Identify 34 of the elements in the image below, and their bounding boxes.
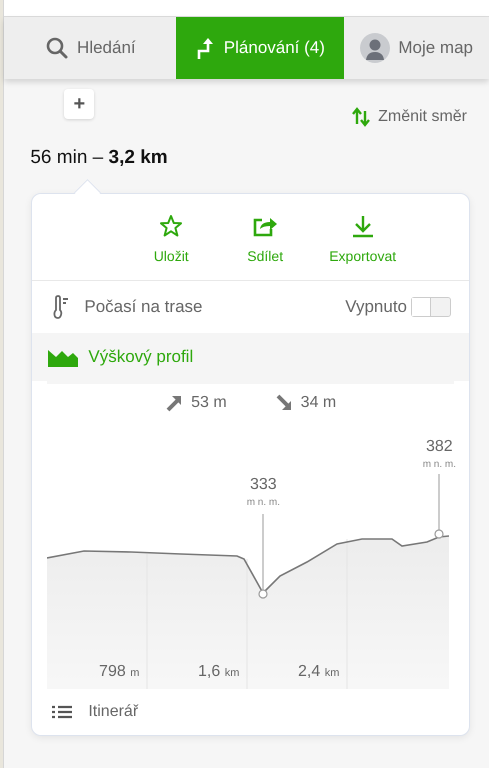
descent-value: 34 m	[300, 394, 336, 412]
ascent-arrow-icon	[165, 394, 184, 412]
download-icon	[350, 214, 375, 238]
star-icon	[159, 214, 184, 238]
elevation-value: 333	[250, 476, 277, 494]
itinerary-row[interactable]: Itinerář	[32, 689, 469, 735]
elevation-unit: m n. m.	[246, 497, 280, 508]
mountains-icon	[48, 347, 78, 367]
distance-label: 1,6 km	[197, 663, 240, 681]
list-icon	[52, 705, 72, 719]
weather-label: Počasí na trase	[84, 297, 204, 317]
action-button[interactable]: Sdílet	[235, 214, 296, 264]
add-button[interactable]: +	[64, 89, 94, 119]
action-button[interactable]: Exportovat	[329, 214, 396, 264]
thermometer-icon	[52, 295, 70, 319]
reverse-direction-link[interactable]: Změnit směr	[352, 107, 467, 127]
weather-toggle[interactable]	[411, 297, 451, 317]
tab[interactable]: Plánování (4)	[176, 17, 344, 79]
descent-arrow-icon	[274, 394, 293, 412]
tab[interactable]: Hledání	[4, 17, 176, 79]
distance-label: 2,4 km	[297, 663, 340, 681]
elevation-value: 382	[426, 438, 453, 456]
elevation-profile-title: Výškový profil	[88, 347, 194, 367]
search-icon	[45, 36, 70, 60]
route-arrow-icon	[196, 36, 216, 60]
route-summary: 56 min – 3,2 km	[29, 146, 169, 170]
tab[interactable]: Moje map	[344, 17, 489, 79]
avatar-icon	[360, 33, 390, 63]
action-button[interactable]: Uložit	[141, 214, 202, 264]
elevation-unit: m n. m.	[422, 459, 456, 470]
distance-label: 798 m	[98, 663, 140, 681]
weather-state: Vypnuto	[345, 297, 407, 317]
swap-arrows-icon	[352, 107, 370, 127]
ascent-value: 53 m	[191, 394, 227, 412]
